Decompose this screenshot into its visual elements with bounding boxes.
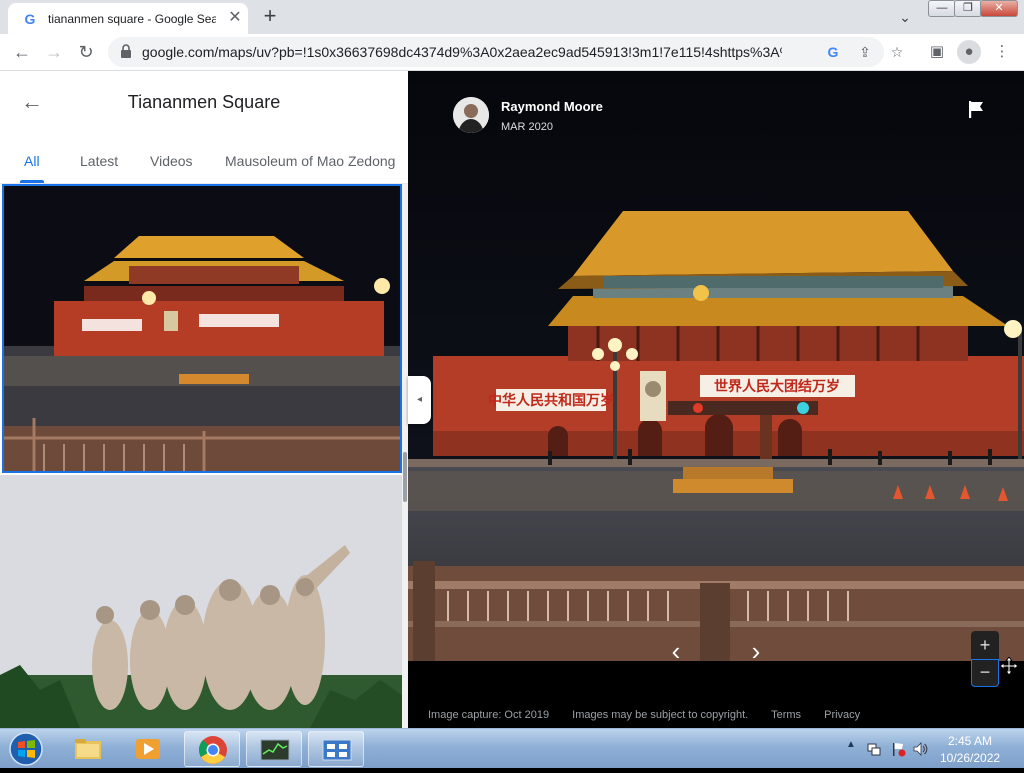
control-panel-icon xyxy=(322,739,352,761)
media-player-taskbar-button[interactable] xyxy=(120,731,176,767)
task-manager-icon xyxy=(260,739,290,761)
previous-photo-button[interactable]: ‹ xyxy=(663,637,689,667)
place-title: Tiananmen Square xyxy=(127,92,281,112)
monument-sculpture-thumbnail xyxy=(0,475,402,728)
chrome-icon xyxy=(199,736,227,764)
scrollbar-thumb[interactable] xyxy=(403,452,407,502)
terms-link[interactable]: Terms xyxy=(771,709,801,721)
tab-latest[interactable]: Latest xyxy=(80,153,118,169)
report-flag-icon[interactable] xyxy=(966,99,986,119)
clock-time[interactable]: 2:45 AM xyxy=(940,734,1000,748)
explorer-taskbar-button[interactable] xyxy=(60,731,116,767)
more-menu-icon[interactable]: ⋮ xyxy=(990,40,1014,64)
photo-viewer: 中华人民共和国万岁 世界人民大团结万岁 Raymond Moore MAR 20… xyxy=(408,71,1024,728)
tab-search-icon[interactable]: ⌄ xyxy=(895,7,915,27)
person-avatar-icon xyxy=(453,97,489,133)
profile-icon[interactable]: ● xyxy=(957,40,981,64)
google-favicon-icon: G xyxy=(24,11,36,27)
side-panel-icon[interactable]: ▣ xyxy=(925,40,949,64)
tiananmen-gate-main-photo[interactable]: 中华人民共和国万岁 世界人民大团结万岁 xyxy=(408,71,1024,728)
move-cursor-icon xyxy=(1000,657,1018,675)
zoom-in-button[interactable]: + xyxy=(971,631,999,659)
windows-start-button[interactable] xyxy=(4,730,48,768)
browser-toolbar: ← → ↻ google.com/maps/uv?pb=!1s0x3663769… xyxy=(0,34,1024,71)
zoom-out-button[interactable]: − xyxy=(971,659,999,687)
author-name[interactable]: Raymond Moore xyxy=(501,99,603,114)
panel-back-button[interactable]: ← xyxy=(20,91,44,115)
back-arrow-icon[interactable]: ← xyxy=(8,38,36,66)
photo-date: MAR 2020 xyxy=(501,121,553,133)
media-player-icon xyxy=(136,739,160,759)
folder-icon xyxy=(75,739,101,759)
clock-date[interactable]: 10/26/2022 xyxy=(940,751,1000,765)
bookmark-star-icon[interactable]: ☆ xyxy=(886,41,908,63)
copyright-notice: Images may be subject to copyright. xyxy=(572,709,749,721)
show-hidden-icons-button[interactable]: ▲ xyxy=(846,739,856,750)
photo-footer: Image capture: Oct 2019 Images may be su… xyxy=(428,709,880,721)
privacy-link[interactable]: Privacy xyxy=(824,709,860,721)
photo-category-tabs: All Latest Videos Mausoleum of Mao Zedon… xyxy=(0,135,408,184)
action-center-flag-icon[interactable] xyxy=(890,741,906,757)
photo-thumbnail-selected[interactable] xyxy=(2,184,402,473)
tab-title: tiananmen square - Google Search xyxy=(48,12,216,26)
tab-all[interactable]: All xyxy=(24,153,40,169)
share-icon[interactable]: ⇪ xyxy=(854,41,876,63)
new-tab-button[interactable]: + xyxy=(258,5,282,29)
volume-icon[interactable] xyxy=(912,741,928,757)
collapse-panel-button[interactable]: ◂ xyxy=(408,376,431,424)
google-lens-icon[interactable]: G xyxy=(822,41,844,63)
tiananmen-gate-night-thumbnail xyxy=(4,186,400,471)
task-manager-taskbar-button[interactable] xyxy=(246,731,302,767)
windows-taskbar: ▲ 2:45 AM 10/26/2022 xyxy=(0,728,1024,768)
minimize-button[interactable]: — xyxy=(928,0,956,17)
network-icon[interactable] xyxy=(866,741,882,757)
tab-videos[interactable]: Videos xyxy=(150,153,193,169)
photo-thumbnail[interactable] xyxy=(0,475,402,728)
chrome-taskbar-button[interactable] xyxy=(184,731,240,767)
browser-tab[interactable]: G tiananmen square - Google Search ✕ xyxy=(8,3,248,34)
author-avatar[interactable] xyxy=(453,97,489,133)
lock-icon[interactable] xyxy=(120,44,132,58)
gate-banner-left: 中华人民共和国万岁 xyxy=(488,392,614,408)
tab-close-icon[interactable]: ✕ xyxy=(226,9,244,27)
selected-tab-indicator xyxy=(20,180,44,183)
tab-mausoleum-of-mao-zedong[interactable]: Mausoleum of Mao Zedong xyxy=(225,153,395,169)
next-photo-button[interactable]: › xyxy=(743,637,769,667)
forward-arrow-icon[interactable]: → xyxy=(40,38,68,66)
browser-tab-strip: G tiananmen square - Google Search ✕ + ⌄… xyxy=(0,0,1024,34)
restore-button[interactable]: ❐ xyxy=(954,0,982,17)
reload-icon[interactable]: ↻ xyxy=(72,38,100,66)
control-panel-taskbar-button[interactable] xyxy=(308,731,364,767)
address-bar[interactable]: google.com/maps/uv?pb=!1s0x36637698dc437… xyxy=(108,37,903,67)
url-text[interactable]: google.com/maps/uv?pb=!1s0x36637698dc437… xyxy=(142,44,782,60)
photos-side-panel: ← Tiananmen Square All Latest Videos Mau… xyxy=(0,71,408,728)
gate-banner-right: 世界人民大团结万岁 xyxy=(714,378,840,394)
image-capture-date: Image capture: Oct 2019 xyxy=(428,709,550,721)
close-window-button[interactable]: ✕ xyxy=(980,0,1018,17)
